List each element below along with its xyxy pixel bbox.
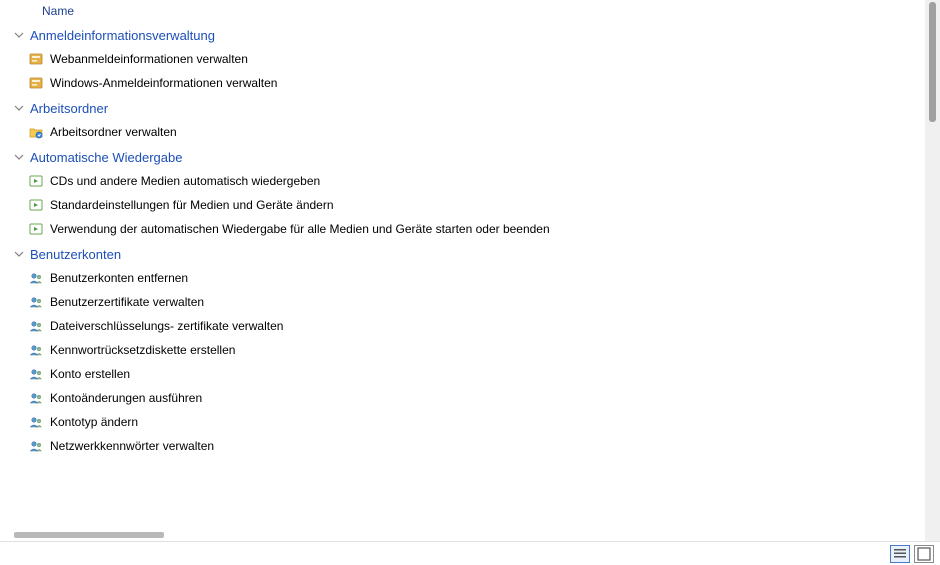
chevron-down-icon (14, 153, 24, 163)
list-item[interactable]: Konto erstellen (0, 362, 910, 386)
list-item[interactable]: Standardeinstellungen für Medien und Ger… (0, 193, 910, 217)
users-icon (28, 270, 44, 286)
details-view-button[interactable] (890, 545, 910, 563)
credential-icon (28, 51, 44, 67)
users-icon (28, 342, 44, 358)
list-item[interactable]: Webanmeldeinformationen verwalten (0, 47, 910, 71)
autoplay-icon (28, 197, 44, 213)
main-panel: Name Anmeldeinformationsverwaltung Webanm… (0, 0, 940, 541)
details-view-icon (892, 546, 908, 562)
workfolder-icon (28, 124, 44, 140)
chevron-down-icon (14, 31, 24, 41)
list-item[interactable]: Arbeitsordner verwalten (0, 120, 910, 144)
list-item[interactable]: CDs und andere Medien automatisch wieder… (0, 169, 910, 193)
column-header-name[interactable]: Name (0, 0, 910, 22)
list-item-label: Kennwortrücksetzdiskette erstellen (50, 343, 235, 357)
column-header-label: Name (42, 4, 74, 18)
list-item-label: Windows-Anmeldeinformationen verwalten (50, 76, 277, 90)
users-icon (28, 318, 44, 334)
vertical-scrollbar[interactable] (925, 0, 940, 541)
autoplay-icon (28, 173, 44, 189)
list-item[interactable]: Benutzerzertifikate verwalten (0, 290, 910, 314)
status-bar (0, 541, 940, 565)
list-item-label: Benutzerkonten entfernen (50, 271, 188, 285)
list-item[interactable]: Benutzerkonten entfernen (0, 266, 910, 290)
users-icon (28, 414, 44, 430)
group-title: Anmeldeinformationsverwaltung (30, 28, 215, 43)
list-item-label: Konto erstellen (50, 367, 130, 381)
vertical-scrollbar-thumb[interactable] (929, 2, 936, 122)
group-title: Benutzerkonten (30, 247, 121, 262)
list-item-label: Netzwerkkennwörter verwalten (50, 439, 214, 453)
list-item-label: Kontotyp ändern (50, 415, 138, 429)
group-header[interactable]: Automatische Wiedergabe (0, 144, 910, 169)
list-item[interactable]: Netzwerkkennwörter verwalten (0, 434, 910, 458)
group-title: Arbeitsordner (30, 101, 108, 116)
list-item[interactable]: Verwendung der automatischen Wiedergabe … (0, 217, 910, 241)
chevron-down-icon (14, 104, 24, 114)
list-item-label: Standardeinstellungen für Medien und Ger… (50, 198, 334, 212)
list-area: Name Anmeldeinformationsverwaltung Webanm… (0, 0, 910, 541)
list-item-label: Verwendung der automatischen Wiedergabe … (50, 222, 550, 236)
list-item-label: Dateiverschlüsselungs- zertifikate verwa… (50, 319, 283, 333)
users-icon (28, 438, 44, 454)
list-item[interactable]: Dateiverschlüsselungs- zertifikate verwa… (0, 314, 910, 338)
credential-icon (28, 75, 44, 91)
group-header[interactable]: Arbeitsordner (0, 95, 910, 120)
list-item[interactable]: Windows-Anmeldeinformationen verwalten (0, 71, 910, 95)
users-icon (28, 366, 44, 382)
large-icons-view-icon (916, 546, 932, 562)
group-header[interactable]: Anmeldeinformationsverwaltung (0, 22, 910, 47)
autoplay-icon (28, 221, 44, 237)
list-item-label: Webanmeldeinformationen verwalten (50, 52, 248, 66)
list-item-label: Kontoänderungen ausführen (50, 391, 202, 405)
chevron-down-icon (14, 250, 24, 260)
list-item-label: Benutzerzertifikate verwalten (50, 295, 204, 309)
users-icon (28, 294, 44, 310)
group-title: Automatische Wiedergabe (30, 150, 182, 165)
list-item[interactable]: Kennwortrücksetzdiskette erstellen (0, 338, 910, 362)
list-item[interactable]: Kontotyp ändern (0, 410, 910, 434)
group-header[interactable]: Benutzerkonten (0, 241, 910, 266)
horizontal-scrollbar-thumb[interactable] (14, 532, 164, 538)
list-item-label: CDs und andere Medien automatisch wieder… (50, 174, 320, 188)
list-item[interactable]: Kontoänderungen ausführen (0, 386, 910, 410)
users-icon (28, 390, 44, 406)
list-item-label: Arbeitsordner verwalten (50, 125, 177, 139)
large-icons-view-button[interactable] (914, 545, 934, 563)
